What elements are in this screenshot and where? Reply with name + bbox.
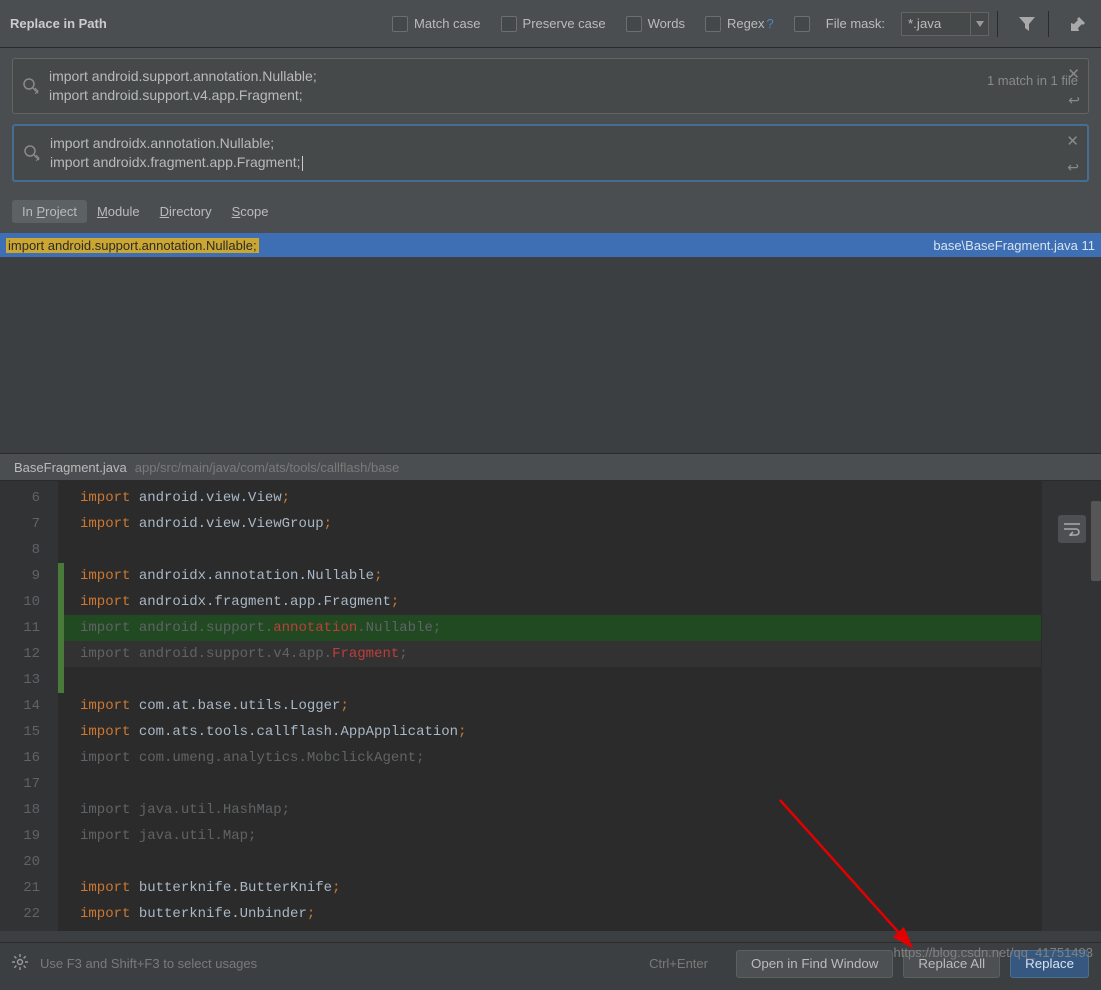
search-icon [14, 126, 50, 180]
replace-panel: import androidx.annotation.Nullable; imp… [0, 114, 1101, 192]
words-label: Words [648, 16, 685, 31]
code-preview: 678910111213141516171819202122 import an… [0, 481, 1101, 931]
newline-icon[interactable]: ↩ [1068, 92, 1080, 109]
replace-text: import androidx.annotation.Nullable; imp… [50, 126, 1087, 180]
scope-tabs: In Project Module Directory Scope [0, 192, 1101, 233]
clear-search-icon[interactable]: ✕ [1067, 65, 1080, 83]
replace-input[interactable]: import androidx.annotation.Nullable; imp… [12, 124, 1089, 182]
search-text: import android.support.annotation.Nullab… [49, 59, 987, 113]
newline-icon[interactable]: ↩ [1067, 159, 1079, 176]
match-count: 1 match in 1 file [987, 73, 1078, 88]
results-empty-area [0, 257, 1101, 453]
regex-checkbox[interactable]: Regex ? [705, 16, 774, 32]
dialog-header: Replace in Path Match case Preserve case… [0, 0, 1101, 48]
regex-help-icon[interactable]: ? [767, 16, 774, 31]
search-icon [13, 59, 49, 113]
right-gutter [1041, 481, 1101, 931]
match-case-checkbox[interactable]: Match case [392, 16, 480, 32]
checkbox-box [705, 16, 721, 32]
open-in-find-window-button[interactable]: Open in Find Window [736, 950, 893, 978]
tab-module[interactable]: Module [87, 200, 150, 223]
code-area[interactable]: import android.view.View;import android.… [64, 481, 1041, 931]
scrollbar-thumb[interactable] [1091, 501, 1101, 581]
regex-label: Regex [727, 16, 765, 31]
tab-directory[interactable]: Directory [150, 200, 222, 223]
preview-header: BaseFragment.java app/src/main/java/com/… [0, 453, 1101, 481]
file-mask-dropdown[interactable] [971, 12, 989, 36]
result-match-text: import android.support.annotation.Nullab… [6, 238, 259, 253]
chevron-down-icon [976, 21, 984, 27]
checkbox-box [626, 16, 642, 32]
file-mask-checkbox[interactable]: File mask: [794, 16, 885, 32]
preserve-case-checkbox[interactable]: Preserve case [501, 16, 606, 32]
tab-scope[interactable]: Scope [222, 200, 279, 223]
match-case-label: Match case [414, 16, 480, 31]
file-mask-label: File mask: [826, 16, 885, 31]
footer-hint: Use F3 and Shift+F3 to select usages [40, 956, 257, 971]
soft-wrap-icon[interactable] [1058, 515, 1086, 543]
checkbox-box [501, 16, 517, 32]
preserve-case-label: Preserve case [523, 16, 606, 31]
divider [1048, 11, 1049, 37]
divider [997, 11, 998, 37]
file-mask-input[interactable] [901, 12, 971, 36]
checkbox-box [392, 16, 408, 32]
preview-path: app/src/main/java/com/ats/tools/callflas… [135, 460, 399, 475]
line-gutter: 678910111213141516171819202122 [0, 481, 58, 931]
filter-icon[interactable] [1014, 11, 1040, 37]
pin-icon[interactable] [1065, 11, 1091, 37]
result-row[interactable]: import android.support.annotation.Nullab… [0, 233, 1101, 257]
tab-in-project[interactable]: In Project [12, 200, 87, 223]
clear-replace-icon[interactable]: ✕ [1066, 132, 1079, 150]
watermark: https://blog.csdn.net/qq_41751493 [894, 945, 1094, 960]
search-input[interactable]: import android.support.annotation.Nullab… [12, 58, 1089, 114]
words-checkbox[interactable]: Words [626, 16, 685, 32]
result-file-path: base\BaseFragment.java 11 [933, 238, 1095, 253]
search-panel: import android.support.annotation.Nullab… [0, 48, 1101, 114]
shortcut-label: Ctrl+Enter [649, 956, 708, 971]
gear-icon[interactable] [12, 954, 28, 973]
dialog-title: Replace in Path [10, 16, 107, 31]
preview-filename: BaseFragment.java [14, 460, 127, 475]
checkbox-box [794, 16, 810, 32]
